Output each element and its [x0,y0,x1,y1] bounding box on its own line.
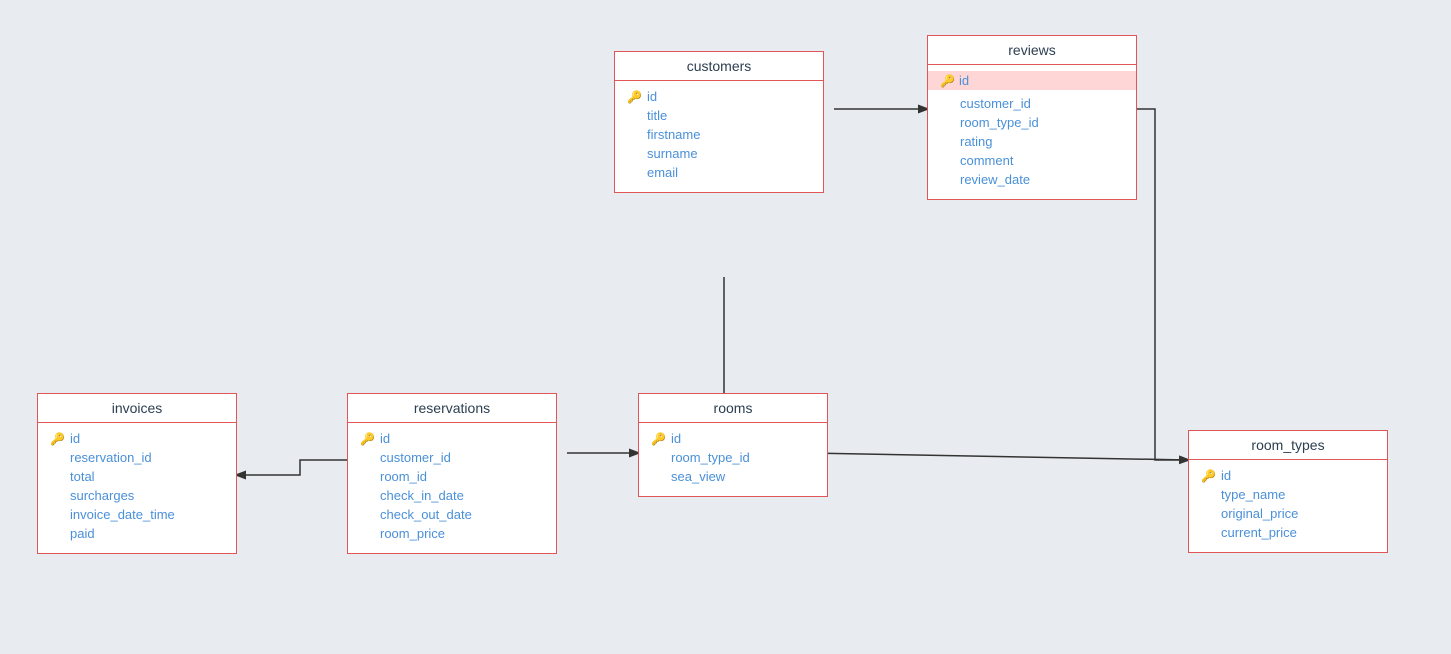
field-rooms-room_type_id: room_type_id [651,448,815,467]
table-header-rooms: rooms [639,394,827,423]
table-reviews[interactable]: reviews 🔑 id customer_id room_type_id ra… [927,35,1137,200]
table-body-invoices: 🔑 id reservation_id total surcharges inv… [38,423,236,553]
field-room-types-id: 🔑 id [1201,466,1375,485]
field-customers-title: title [627,106,811,125]
key-icon-reviews: 🔑 [940,74,955,88]
field-invoices-surcharges: surcharges [50,486,224,505]
table-body-reservations: 🔑 id customer_id room_id check_in_date c… [348,423,556,553]
table-body-customers: 🔑 id title firstname surname email [615,81,823,192]
field-reviews-comment: comment [940,151,1124,170]
field-invoices-total: total [50,467,224,486]
field-reviews-review_date: review_date [940,170,1124,189]
table-customers[interactable]: customers 🔑 id title firstname surname e… [614,51,824,193]
field-reviews-id: 🔑 id [928,71,1136,90]
table-body-reviews: 🔑 id customer_id room_type_id rating com… [928,65,1136,199]
field-reservations-id: 🔑 id [360,429,544,448]
field-customers-firstname: firstname [627,125,811,144]
field-invoices-invoice_date_time: invoice_date_time [50,505,224,524]
key-icon-invoices: 🔑 [50,432,66,446]
table-invoices[interactable]: invoices 🔑 id reservation_id total surch… [37,393,237,554]
field-room-types-current_price: current_price [1201,523,1375,542]
table-body-rooms: 🔑 id room_type_id sea_view [639,423,827,496]
field-reservations-customer_id: customer_id [360,448,544,467]
field-room-types-type_name: type_name [1201,485,1375,504]
table-header-reviews: reviews [928,36,1136,65]
field-invoices-paid: paid [50,524,224,543]
field-reservations-room_id: room_id [360,467,544,486]
field-reservations-room_price: room_price [360,524,544,543]
table-rooms[interactable]: rooms 🔑 id room_type_id sea_view [638,393,828,497]
key-icon-rooms: 🔑 [651,432,667,446]
table-header-reservations: reservations [348,394,556,423]
key-icon-room-types: 🔑 [1201,469,1217,483]
table-header-room-types: room_types [1189,431,1387,460]
diagram-canvas: customers 🔑 id title firstname surname e… [0,0,1451,654]
field-rooms-id: 🔑 id [651,429,815,448]
field-customers-id: 🔑 id [627,87,811,106]
table-header-invoices: invoices [38,394,236,423]
table-body-room-types: 🔑 id type_name original_price current_pr… [1189,460,1387,552]
key-icon-reservations: 🔑 [360,432,376,446]
field-customers-email: email [627,163,811,182]
field-invoices-id: 🔑 id [50,429,224,448]
table-reservations[interactable]: reservations 🔑 id customer_id room_id ch… [347,393,557,554]
field-customers-surname: surname [627,144,811,163]
key-icon: 🔑 [627,90,643,104]
field-room-types-original_price: original_price [1201,504,1375,523]
table-header-customers: customers [615,52,823,81]
field-reviews-customer_id: customer_id [940,94,1124,113]
field-rooms-sea_view: sea_view [651,467,815,486]
field-reservations-check_out_date: check_out_date [360,505,544,524]
table-room-types[interactable]: room_types 🔑 id type_name original_price… [1188,430,1388,553]
field-reviews-room_type_id: room_type_id [940,113,1124,132]
field-invoices-reservation_id: reservation_id [50,448,224,467]
field-reviews-rating: rating [940,132,1124,151]
field-reservations-check_in_date: check_in_date [360,486,544,505]
